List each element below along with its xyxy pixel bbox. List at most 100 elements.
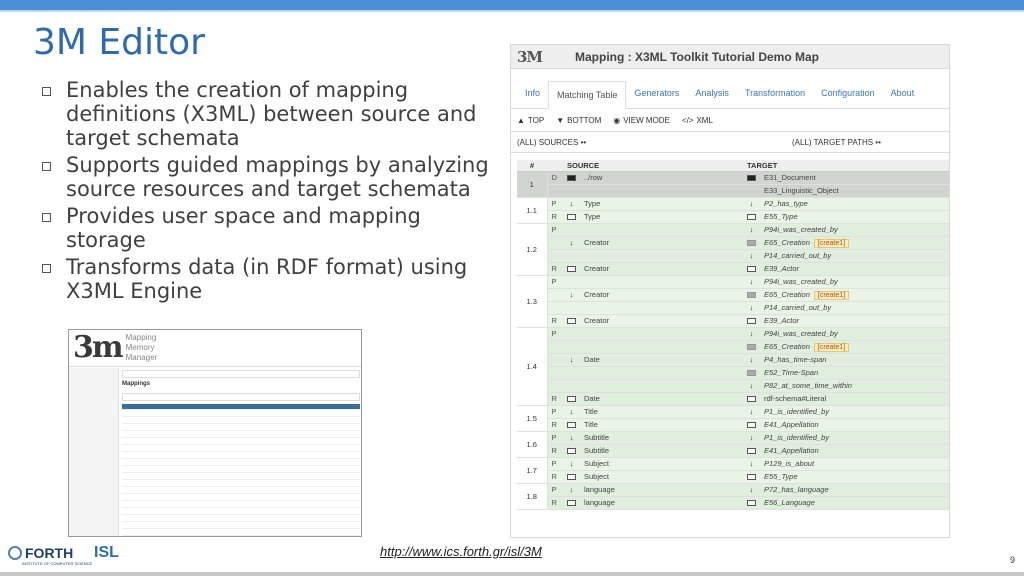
table-row[interactable]: E65_Creation [create1]	[517, 340, 949, 354]
sources-filter[interactable]: (ALL) SOURCES ••	[517, 138, 586, 147]
mm-table-row[interactable]	[122, 459, 360, 466]
mm-table-row[interactable]	[122, 515, 360, 522]
target-cell[interactable]: E41_Appellation	[747, 444, 949, 458]
target-cell[interactable]: ↓ P2_has_type	[747, 197, 949, 211]
target-cell[interactable]: ↓ P94i_was_created_by	[747, 223, 949, 237]
source-cell[interactable]: Creator	[567, 262, 747, 276]
table-row[interactable]: R Date rdf-schema#Literal	[517, 392, 949, 406]
view-mode-button[interactable]: ◉ VIEW MODE	[613, 116, 670, 125]
target-cell[interactable]: ↓ P14_carried_out_by	[747, 249, 949, 263]
box-icon[interactable]	[747, 500, 756, 507]
filled-box-icon[interactable]	[747, 175, 756, 182]
table-row[interactable]: E33_Linguistic_Object	[517, 184, 949, 198]
grey-box-icon[interactable]	[747, 343, 756, 350]
table-row[interactable]: ↓ P14_carried_out_by	[517, 249, 949, 263]
mm-table-row[interactable]	[122, 494, 360, 501]
box-icon[interactable]	[567, 422, 576, 429]
table-row[interactable]: ↓ Creator E65_Creation [create1]	[517, 236, 949, 250]
tab-matching-table[interactable]: Matching Table	[548, 81, 627, 109]
target-cell[interactable]: E55_Type	[747, 470, 949, 484]
target-cell[interactable]: E39_Actor	[747, 262, 949, 276]
table-row[interactable]: R Title E41_Appellation	[517, 418, 949, 432]
target-cell[interactable]: E33_Linguistic_Object	[747, 184, 949, 198]
arrow-down-icon[interactable]: ↓	[567, 485, 576, 494]
arrow-down-icon[interactable]: ↓	[747, 381, 756, 390]
target-cell[interactable]: ↓ P72_has_language	[747, 483, 949, 497]
source-cell[interactable]: Subtitle	[567, 444, 747, 458]
target-cell[interactable]: E41_Appellation	[747, 418, 949, 432]
source-cell[interactable]	[567, 366, 747, 380]
target-cell[interactable]: E31_Document	[747, 171, 949, 185]
table-row[interactable]: ↓ Creator E65_Creation [create1]	[517, 288, 949, 302]
tab-analysis[interactable]: Analysis	[687, 80, 737, 108]
table-row[interactable]: 1 D ../row E31_Document	[517, 171, 949, 198]
filled-box-icon[interactable]	[567, 175, 576, 182]
arrow-down-icon[interactable]: ↓	[747, 251, 756, 260]
tab-generators[interactable]: Generators	[626, 80, 687, 108]
table-row[interactable]: 1.4 P ↓ P94i_was_created_by	[517, 327, 949, 406]
mm-table-row[interactable]	[122, 473, 360, 480]
arrow-down-icon[interactable]: ↓	[567, 433, 576, 442]
bottom-button[interactable]: ▼ BOTTOM	[556, 116, 601, 125]
box-icon[interactable]	[567, 396, 576, 403]
tab-info[interactable]: Info	[517, 80, 548, 108]
mm-table-row[interactable]	[122, 445, 360, 452]
table-row[interactable]: R Type E55_Type	[517, 210, 949, 224]
mm-table-row[interactable]	[122, 508, 360, 515]
targets-filter[interactable]: (ALL) TARGET PATHS ••	[792, 138, 881, 147]
box-icon[interactable]	[747, 396, 756, 403]
table-row[interactable]: Rlanguage E56_Language	[517, 496, 949, 510]
arrow-down-icon[interactable]: ↓	[567, 407, 576, 416]
table-row[interactable]: ↓ P82_at_some_time_within	[517, 379, 949, 393]
mm-table-row[interactable]	[122, 452, 360, 459]
source-cell[interactable]: ↓ Type	[567, 197, 747, 211]
mm-table-row[interactable]	[122, 410, 360, 417]
table-row[interactable]: 1.1 P ↓ Type ↓ P2_has_type	[517, 197, 949, 224]
top-button[interactable]: ▲ TOP	[517, 116, 544, 125]
box-icon[interactable]	[747, 448, 756, 455]
source-cell[interactable]: Subject	[567, 470, 747, 484]
source-cell[interactable]: language	[567, 496, 747, 510]
target-cell[interactable]: ↓ P1_is_identified_by	[747, 431, 949, 445]
table-row[interactable]: R Creator E39_Actor	[517, 314, 949, 328]
box-icon[interactable]	[567, 266, 576, 273]
table-row[interactable]: 1.5 P ↓ Title ↓ P1_is_identified_by	[517, 405, 949, 432]
mm-table-row[interactable]	[122, 466, 360, 473]
source-cell[interactable]: ↓ Subtitle	[567, 431, 747, 445]
source-cell[interactable]: Date	[567, 392, 747, 406]
xml-button[interactable]: </> XML	[682, 116, 713, 125]
table-row[interactable]: R Creator E39_Actor	[517, 262, 949, 276]
mm-table-row[interactable]	[122, 522, 360, 529]
source-cell[interactable]	[567, 184, 747, 198]
target-cell[interactable]: ↓ P14_carried_out_by	[747, 301, 949, 315]
table-row[interactable]: 1.8 P ↓ language ↓ P72_has_language	[517, 483, 949, 510]
arrow-down-icon[interactable]: ↓	[567, 459, 576, 468]
footer-link[interactable]: http://www.ics.forth.gr/isl/3M	[380, 544, 542, 559]
target-cell[interactable]: E39_Actor	[747, 314, 949, 328]
box-icon[interactable]	[567, 500, 576, 507]
source-cell[interactable]: ↓ Date	[567, 353, 747, 367]
mm-table-row[interactable]	[122, 438, 360, 445]
arrow-down-icon[interactable]: ↓	[747, 459, 756, 468]
target-cell[interactable]: E65_Creation [create1]	[747, 236, 949, 250]
table-row[interactable]: 1.2 P ↓ P94i_was_created_by	[517, 223, 949, 276]
mm-table-row[interactable]	[122, 529, 360, 536]
arrow-down-icon[interactable]: ↓	[567, 290, 576, 299]
source-cell[interactable]: Type	[567, 210, 747, 224]
target-cell[interactable]: ↓ P94i_was_created_by	[747, 327, 949, 341]
table-row[interactable]: 1.3 P ↓ P94i_was_created_by	[517, 275, 949, 328]
mm-table-row[interactable]	[122, 480, 360, 487]
source-cell[interactable]	[567, 275, 747, 289]
table-row[interactable]: R Subtitle E41_Appellation	[517, 444, 949, 458]
grey-box-icon[interactable]	[747, 370, 756, 377]
box-icon[interactable]	[747, 422, 756, 429]
source-cell[interactable]: ↓ Subject	[567, 457, 747, 471]
source-cell[interactable]: Creator	[567, 314, 747, 328]
box-icon[interactable]	[747, 474, 756, 481]
source-cell[interactable]: ↓ Title	[567, 405, 747, 419]
grey-box-icon[interactable]	[747, 239, 756, 246]
target-cell[interactable]: E65_Creation [create1]	[747, 288, 949, 302]
arrow-down-icon[interactable]: ↓	[567, 199, 576, 208]
mm-table-row[interactable]	[122, 501, 360, 508]
box-icon[interactable]	[747, 214, 756, 221]
